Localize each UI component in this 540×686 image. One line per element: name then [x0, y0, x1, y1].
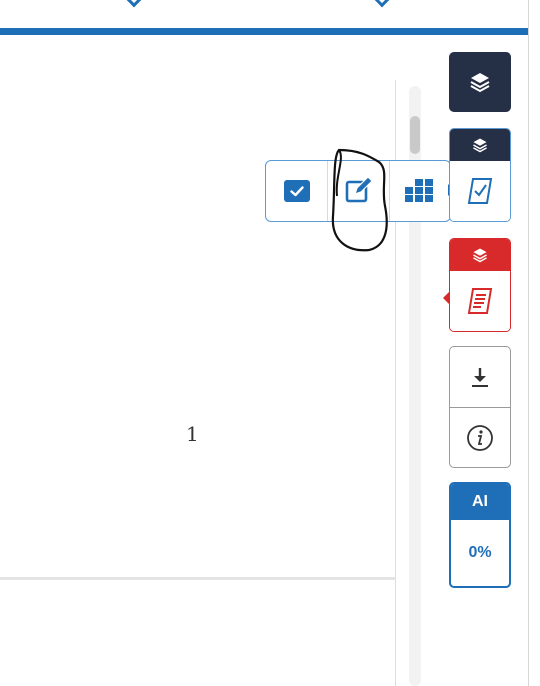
tool-group	[449, 346, 511, 468]
grid-button[interactable]	[388, 161, 450, 221]
info-button[interactable]	[450, 407, 510, 467]
edit-icon	[345, 177, 373, 203]
chevron-right-icon[interactable]	[370, 0, 394, 8]
report-card[interactable]	[449, 238, 511, 332]
document-lines-icon	[467, 288, 493, 314]
scrollbar-thumb[interactable]	[410, 116, 420, 154]
accent-bar	[0, 28, 528, 35]
ai-score-card[interactable]: AI 0%	[449, 482, 511, 588]
draft-check-icon	[467, 178, 493, 204]
layers-icon	[473, 138, 487, 153]
edit-button[interactable]	[327, 161, 388, 221]
layers-icon	[473, 248, 487, 263]
page-divider	[0, 577, 396, 580]
ai-score-value: 0%	[468, 544, 492, 561]
ai-label: AI	[451, 484, 509, 520]
panel-border	[528, 0, 529, 686]
grid-icon	[404, 179, 433, 202]
check-square-icon	[283, 180, 310, 202]
download-icon	[472, 368, 488, 387]
page-number: 1	[186, 422, 199, 446]
top-strip	[0, 0, 528, 28]
download-button[interactable]	[450, 347, 510, 407]
check-button[interactable]	[266, 161, 327, 221]
similarity-card[interactable]	[449, 128, 511, 222]
layers-button[interactable]	[449, 52, 511, 112]
document-panel	[0, 35, 396, 686]
chevron-left-icon[interactable]	[122, 0, 146, 8]
layers-icon	[470, 73, 490, 93]
info-icon	[467, 424, 493, 451]
floating-toolbar	[265, 160, 451, 222]
